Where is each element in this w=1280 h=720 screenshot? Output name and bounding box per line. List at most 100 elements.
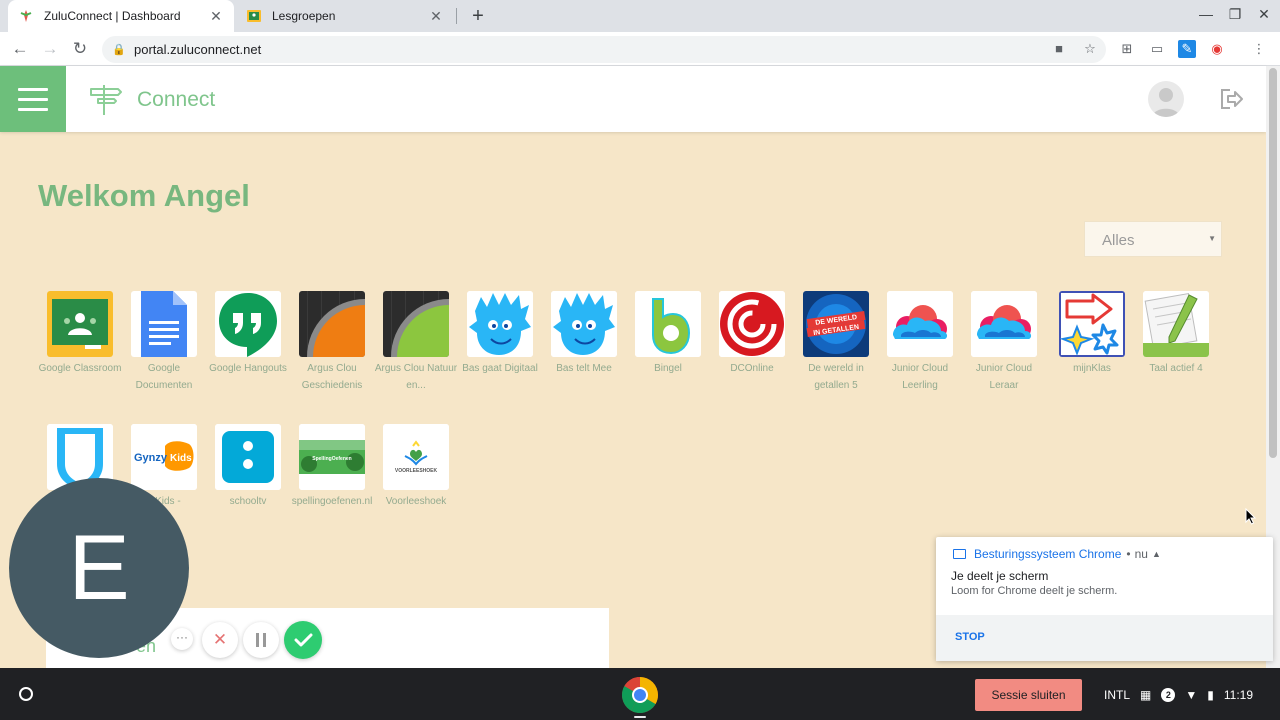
schooltv-icon bbox=[215, 424, 281, 490]
launcher-icon[interactable] bbox=[10, 678, 42, 710]
app-tile-bingel[interactable]: Bingel bbox=[626, 291, 710, 377]
keyboard-icon: ▦ bbox=[1140, 688, 1152, 702]
category-filter-select[interactable]: Alles ▼ bbox=[1084, 221, 1222, 257]
gynzy-kids-icon: Gynzy Kids bbox=[131, 424, 197, 490]
minimize-icon[interactable]: — bbox=[1192, 6, 1220, 26]
stop-sharing-button[interactable]: STOP bbox=[955, 631, 985, 643]
forward-icon[interactable]: → bbox=[38, 37, 62, 61]
app-label: Google Hangouts bbox=[209, 363, 287, 374]
argus-clou-orange-icon bbox=[299, 291, 365, 357]
notification-message: Loom for Chrome deelt je scherm. bbox=[951, 585, 1118, 597]
google-classroom-icon bbox=[47, 291, 113, 357]
app-header: Connect bbox=[0, 66, 1266, 132]
os-shelf: Sessie sluiten INTL ▦ 2 ▼ ▮ 11:19 bbox=[0, 668, 1280, 720]
address-bar[interactable]: 🔒 portal.zuluconnect.net bbox=[102, 36, 1106, 63]
tab-dashboard-label: ZuluConnect | Dashboard bbox=[44, 9, 181, 23]
app-tile-bas-telt-mee[interactable]: Bas telt Mee bbox=[542, 291, 626, 377]
zulu-favicon-icon bbox=[18, 8, 34, 24]
app-label: Taal actief 4 bbox=[1149, 363, 1203, 374]
screen-share-notification: Besturingssysteem Chrome • nu ▲ Je deelt… bbox=[936, 537, 1273, 661]
app-tile-mijnklas[interactable]: mijnKlas bbox=[1050, 291, 1134, 377]
junior-cloud-icon bbox=[971, 291, 1037, 357]
extension-grid-icon[interactable]: ⊞ bbox=[1118, 40, 1136, 58]
browser-toolbar: ← → ↻ 🔒 portal.zuluconnect.net ■ ☆ ⊞ ▭ ✎… bbox=[0, 32, 1280, 66]
app-tile-schooltv[interactable]: schooltv bbox=[206, 424, 290, 510]
app-tile-de-wereld-in-getallen[interactable]: DE WERELD IN GETALLEN De wereld in getall… bbox=[794, 291, 878, 394]
close-icon[interactable]: ✕ bbox=[208, 8, 224, 24]
app-tile-argus-clou-geschiedenis[interactable]: Argus Clou Geschiedenis bbox=[290, 291, 374, 394]
logout-icon[interactable] bbox=[1219, 87, 1245, 111]
app-tile-argus-clou-natuur[interactable]: Argus Clou Natuur en... bbox=[374, 291, 458, 394]
app-tile-bas-gaat-digitaal[interactable]: Bas gaat Digitaal bbox=[458, 291, 542, 377]
restore-icon[interactable]: ❐ bbox=[1221, 6, 1249, 26]
svg-text:Gynzy: Gynzy bbox=[134, 452, 168, 464]
google-hangouts-icon bbox=[215, 291, 281, 357]
junior-cloud-icon bbox=[887, 291, 953, 357]
tab-lesgroepen-label: Lesgroepen bbox=[272, 9, 336, 23]
wifi-icon: ▼ bbox=[1185, 688, 1198, 702]
window-close-icon[interactable]: ✕ bbox=[1250, 6, 1278, 26]
app-label: Bas gaat Digitaal bbox=[462, 363, 538, 374]
notification-count-badge: 2 bbox=[1161, 688, 1176, 702]
app-tile-dconline[interactable]: DCOnline bbox=[710, 291, 794, 377]
app-tile-spellingoefenen[interactable]: SpellingOefenen spellingoefenen.nl bbox=[290, 424, 374, 510]
app-label: schooltv bbox=[229, 496, 267, 507]
pause-recording-icon[interactable] bbox=[243, 622, 279, 658]
notification-action-bar: STOP bbox=[936, 615, 1273, 661]
svg-text:SpellingOefenen: SpellingOefenen bbox=[312, 456, 351, 462]
app-label: Argus Clou Natuur en... bbox=[374, 363, 458, 391]
close-icon[interactable]: ✕ bbox=[428, 8, 444, 24]
menu-icon[interactable] bbox=[0, 66, 66, 132]
cancel-recording-icon[interactable]: ✕ bbox=[202, 622, 238, 658]
filter-selected-value: Alles bbox=[1102, 232, 1135, 249]
bas-character-icon bbox=[551, 291, 617, 357]
notification-source: Besturingssysteem Chrome • nu ▲ bbox=[953, 547, 1161, 561]
mijnklas-icon bbox=[1059, 291, 1125, 357]
end-session-button[interactable]: Sessie sluiten bbox=[975, 679, 1082, 711]
app-tile-taal-actief[interactable]: Taal actief 4 bbox=[1134, 291, 1218, 377]
app-tile-google-classroom[interactable]: Google Classroom bbox=[38, 291, 122, 377]
app-tile-google-documenten[interactable]: Google Documenten bbox=[122, 291, 206, 394]
input-method: INTL bbox=[1104, 688, 1131, 702]
welcome-heading: Welkom Angel bbox=[38, 178, 250, 213]
bookmark-star-icon[interactable]: ☆ bbox=[1081, 40, 1099, 58]
tab-dashboard[interactable]: ZuluConnect | Dashboard ✕ bbox=[8, 0, 234, 32]
notification-title: Je deelt je scherm bbox=[951, 569, 1049, 583]
taal-actief-icon bbox=[1143, 291, 1209, 357]
app-label: Argus Clou Geschiedenis bbox=[301, 363, 363, 391]
tab-lesgroepen[interactable]: Lesgroepen ✕ bbox=[236, 0, 454, 32]
app-tile-voorleeshoek[interactable]: VOORLEESHOEK Voorleeshoek bbox=[374, 424, 458, 510]
notification-time: nu bbox=[1134, 547, 1148, 561]
app-tile-junior-cloud-leerling[interactable]: Junior Cloud Leerling bbox=[878, 291, 962, 394]
argus-clou-green-icon bbox=[383, 291, 449, 357]
spellingoefenen-icon: SpellingOefenen bbox=[299, 424, 365, 490]
battery-icon: ▮ bbox=[1207, 688, 1214, 702]
loom-camera-bubble[interactable]: E bbox=[9, 478, 189, 658]
mouse-cursor-icon bbox=[1245, 508, 1257, 525]
app-label: Google Classroom bbox=[38, 363, 122, 374]
voorleeshoek-icon: VOORLEESHOEK bbox=[383, 424, 449, 490]
more-options-icon[interactable]: ··· bbox=[171, 628, 193, 650]
app-label: spellingoefenen.nl bbox=[291, 496, 373, 507]
status-tray[interactable]: INTL ▦ 2 ▼ ▮ 11:19 bbox=[1094, 679, 1253, 711]
back-icon[interactable]: ← bbox=[8, 37, 32, 61]
app-tile-google-hangouts[interactable]: Google Hangouts bbox=[206, 291, 290, 377]
new-tab-icon[interactable]: + bbox=[466, 4, 490, 28]
finish-recording-icon[interactable] bbox=[284, 621, 322, 659]
app-label: mijnKlas bbox=[1073, 363, 1111, 374]
extension-edit-icon[interactable]: ✎ bbox=[1178, 40, 1196, 58]
signpost-logo-icon bbox=[90, 85, 122, 115]
caret-down-icon: ▼ bbox=[1208, 234, 1216, 243]
classroom-favicon-icon bbox=[246, 8, 262, 24]
reload-icon[interactable]: ↻ bbox=[68, 37, 92, 61]
chrome-menu-icon[interactable]: ⋮ bbox=[1250, 40, 1268, 58]
chevron-up-icon[interactable]: ▲ bbox=[1152, 549, 1161, 559]
chrome-browser-icon[interactable] bbox=[621, 676, 659, 714]
extension-loom-icon[interactable]: ◉ bbox=[1208, 40, 1226, 58]
extension-cast-icon[interactable]: ▭ bbox=[1148, 40, 1166, 58]
user-avatar[interactable] bbox=[1148, 81, 1184, 117]
bingel-icon bbox=[635, 291, 701, 357]
app-tile-junior-cloud-leraar[interactable]: Junior Cloud Leraar bbox=[962, 291, 1046, 394]
camera-icon[interactable]: ■ bbox=[1050, 40, 1068, 58]
app-label: Voorleeshoek bbox=[385, 496, 447, 507]
